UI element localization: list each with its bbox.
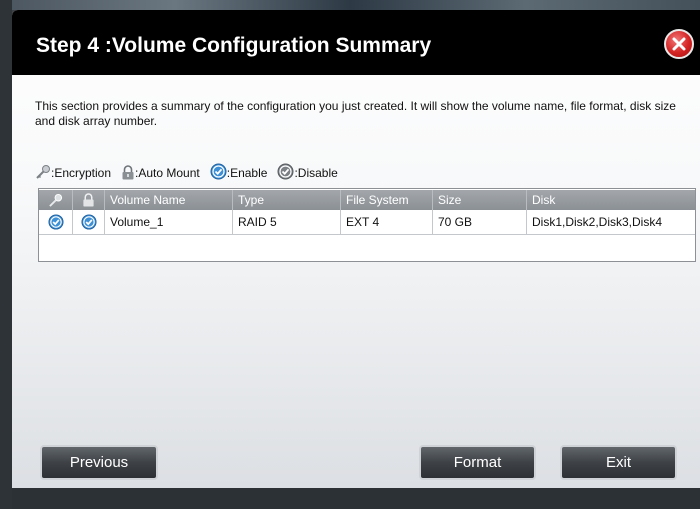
check-circle-icon [47, 214, 64, 230]
header-size[interactable]: Size [433, 190, 527, 210]
row-encryption-status [39, 210, 73, 234]
background-bottom-bar [12, 488, 700, 509]
check-circle-icon [80, 214, 97, 230]
legend-enable: :Enable [210, 163, 268, 180]
header-auto-mount [73, 190, 105, 210]
cell-size: 70 GB [433, 210, 527, 234]
check-circle-grey-icon [277, 163, 294, 180]
close-button[interactable] [664, 29, 694, 59]
legend-encryption-label: :Encryption [51, 166, 112, 180]
key-icon [49, 193, 63, 207]
header-encryption [39, 190, 73, 210]
padlock-icon [122, 165, 134, 180]
exit-button[interactable]: Exit [560, 445, 677, 480]
key-icon [36, 165, 50, 179]
header-disk[interactable]: Disk [527, 190, 695, 210]
summary-description: This section provides a summary of the c… [35, 99, 676, 128]
cell-disk: Disk1,Disk2,Disk3,Disk4 [532, 215, 663, 229]
legend-auto-mount-label: :Auto Mount [135, 166, 200, 180]
cell-type: RAID 5 [233, 210, 341, 234]
row-auto-mount-status [73, 210, 105, 234]
background-strip [0, 0, 700, 10]
legend-enable-label: :Enable [226, 166, 268, 180]
dialog-title: Step 4 :Volume Configuration Summary [36, 34, 432, 57]
header-file-system[interactable]: File System [341, 190, 433, 210]
icon-legend: :Encryption :Auto Mount :Enable:Disable [35, 158, 348, 180]
legend-encryption: :Encryption [35, 164, 111, 180]
table-header: Volume Name Type File System Size Disk [39, 190, 695, 210]
legend-disable-label: :Disable [294, 166, 338, 180]
dialog-titlebar: Step 4 :Volume Configuration Summary [12, 10, 700, 75]
table-row[interactable]: Volume_1 RAID 5 EXT 4 70 GB Disk1,Disk2,… [39, 210, 695, 235]
cell-volume-name: Volume_1 [105, 210, 233, 234]
header-type[interactable]: Type [233, 190, 341, 210]
volume-summary-table: Volume Name Type File System Size Disk V… [38, 188, 696, 262]
close-icon [672, 37, 686, 51]
cell-file-system: EXT 4 [341, 210, 433, 234]
wizard-dialog: Step 4 :Volume Configuration Summary Thi… [12, 10, 700, 488]
background-left-edge [0, 0, 12, 509]
format-button[interactable]: Format [419, 445, 536, 480]
legend-disable: :Disable [277, 163, 338, 180]
check-circle-icon [210, 163, 227, 180]
header-volume-name[interactable]: Volume Name [105, 190, 233, 210]
legend-auto-mount: :Auto Mount [121, 165, 200, 180]
previous-button[interactable]: Previous [40, 445, 158, 480]
padlock-icon [83, 193, 94, 207]
